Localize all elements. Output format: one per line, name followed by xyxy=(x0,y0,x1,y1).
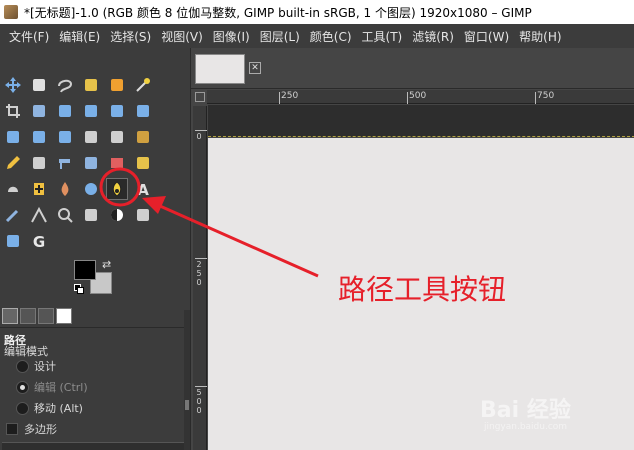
watermark-url: jingyan.baidu.com xyxy=(484,422,568,432)
annotation-arrow-head xyxy=(142,196,166,214)
watermark-logo-text: Bai 经验 xyxy=(480,398,571,423)
annotation-arrow-line xyxy=(159,204,319,278)
baidu-watermark: Bai 经验 jingyan.baidu.com xyxy=(480,392,630,438)
annotation-circle xyxy=(99,167,141,207)
annotation-label: 路径工具按钮 xyxy=(338,273,507,306)
annotation-overlay xyxy=(99,167,319,278)
